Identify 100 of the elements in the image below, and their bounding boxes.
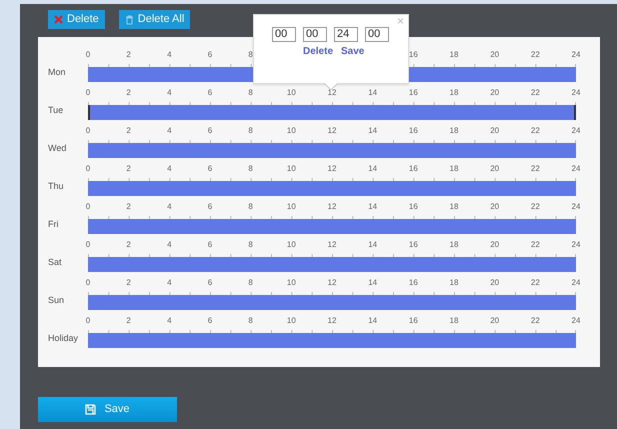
hour-tick-label: 12 xyxy=(328,279,336,287)
hour-tick-label: 22 xyxy=(530,127,540,135)
time-input[interactable]: 00 xyxy=(365,27,389,42)
hour-tick-label: 22 xyxy=(530,203,540,211)
hour-tick-label: 20 xyxy=(490,279,500,287)
schedule-bar[interactable] xyxy=(88,143,576,158)
hour-tick-label: 10 xyxy=(286,279,296,287)
hour-tick-label: 18 xyxy=(450,127,458,135)
hour-tick-label: 2 xyxy=(126,279,131,287)
hour-tick-label: 20 xyxy=(490,203,500,211)
day-label: Mon xyxy=(47,66,67,78)
hour-tick-label: 4 xyxy=(167,89,172,97)
hour-tick-label: 10 xyxy=(286,241,296,249)
delete-button[interactable]: Delete xyxy=(48,10,105,29)
hour-tick-label: 16 xyxy=(408,317,418,325)
hour-tick-label: 6 xyxy=(208,165,212,173)
hour-tick-label: 4 xyxy=(167,317,172,325)
hour-tick-label: 22 xyxy=(530,89,540,97)
hour-tick-label: 6 xyxy=(208,89,212,97)
hour-tick-label: 18 xyxy=(450,165,458,173)
hour-tick-label: 2 xyxy=(126,165,131,173)
hour-tick-label: 0 xyxy=(86,317,90,325)
close-icon xyxy=(54,15,63,24)
hour-tick-label: 20 xyxy=(490,165,500,173)
hour-tick-label: 2 xyxy=(126,317,131,325)
hour-tick-label: 4 xyxy=(167,51,172,59)
hour-tick-label: 10 xyxy=(286,127,296,135)
hour-tick-label: 16 xyxy=(408,241,418,249)
hour-tick-label: 24 xyxy=(572,279,580,287)
hour-tick-label: 8 xyxy=(248,317,253,325)
hour-tick-label: 0 xyxy=(86,203,90,211)
hour-tick-label: 4 xyxy=(167,279,172,287)
time-input[interactable]: 24 xyxy=(334,27,358,42)
hour-tick-label: 24 xyxy=(572,127,580,135)
hour-tick-label: 0 xyxy=(86,165,90,173)
hour-tick-label: 12 xyxy=(328,203,336,211)
hour-tick-label: 0 xyxy=(86,127,90,135)
day-label: Sat xyxy=(47,256,63,268)
schedule-bar[interactable] xyxy=(88,295,576,310)
hour-tick-label: 14 xyxy=(368,127,378,135)
hour-tick-label: 8 xyxy=(248,127,253,135)
hour-tick-label: 24 xyxy=(572,89,580,97)
hour-tick-label: 4 xyxy=(167,203,172,211)
hour-tick-label: 0 xyxy=(86,241,90,249)
hour-tick-label: 2 xyxy=(126,241,131,249)
day-label: Tue xyxy=(47,104,64,116)
hour-tick-label: 10 xyxy=(286,203,296,211)
hour-tick-label: 12 xyxy=(328,241,336,249)
hour-tick-label: 14 xyxy=(368,317,378,325)
hour-tick-label: 24 xyxy=(572,317,580,325)
hour-tick-label: 8 xyxy=(248,203,253,211)
hour-tick-label: 14 xyxy=(368,241,378,249)
save-icon xyxy=(85,404,96,415)
schedule-bar[interactable] xyxy=(88,333,576,348)
hour-tick-label: 0 xyxy=(86,279,90,287)
hour-tick-label: 4 xyxy=(167,127,172,135)
hour-tick-label: 8 xyxy=(248,279,253,287)
hour-tick-label: 8 xyxy=(248,89,253,97)
hour-tick-label: 24 xyxy=(572,51,580,59)
time-input[interactable]: 00 xyxy=(272,27,296,42)
hour-tick-label: 2 xyxy=(126,127,131,135)
hour-tick-label: 18 xyxy=(450,203,458,211)
hour-tick-label: 14 xyxy=(368,165,378,173)
save-button[interactable]: Save xyxy=(38,397,177,422)
hour-tick-label: 2 xyxy=(126,51,131,59)
hour-tick-label: 18 xyxy=(450,89,458,97)
day-label: Thu xyxy=(47,180,65,192)
delete-link[interactable]: Delete xyxy=(303,44,334,59)
hour-tick-label: 22 xyxy=(530,51,540,59)
hour-tick-label: 10 xyxy=(286,165,296,173)
day-label: Sun xyxy=(47,294,66,306)
hour-tick-label: 12 xyxy=(328,127,336,135)
hour-tick-label: 16 xyxy=(408,127,418,135)
schedule-bar[interactable] xyxy=(88,219,576,234)
hour-tick-label: 22 xyxy=(530,317,540,325)
hour-tick-label: 18 xyxy=(450,241,458,249)
day-label: Holiday xyxy=(47,332,80,345)
hour-tick-label: 16 xyxy=(408,51,418,59)
hour-tick-label: 6 xyxy=(208,279,212,287)
schedule-bar[interactable] xyxy=(88,105,576,120)
delete-all-button[interactable]: Delete All xyxy=(118,10,190,29)
hour-tick-label: 16 xyxy=(408,203,418,211)
hour-tick-label: 16 xyxy=(408,89,418,97)
hour-tick-label: 22 xyxy=(530,241,540,249)
day-label: Wed xyxy=(47,142,68,154)
hour-tick-label: 12 xyxy=(328,317,336,325)
time-input[interactable]: 00 xyxy=(303,27,327,42)
hour-tick-label: 20 xyxy=(490,317,500,325)
schedule-bar[interactable] xyxy=(88,181,576,196)
hour-tick-label: 0 xyxy=(86,51,90,59)
hour-tick-label: 20 xyxy=(490,241,500,249)
hour-tick-label: 6 xyxy=(208,317,212,325)
save-link[interactable]: Save xyxy=(341,44,364,59)
hour-tick-label: 8 xyxy=(248,165,253,173)
hour-tick-label: 24 xyxy=(572,165,580,173)
schedule-bar[interactable] xyxy=(88,257,576,272)
hour-tick-label: 2 xyxy=(126,203,131,211)
hour-tick-label: 22 xyxy=(530,165,540,173)
trash-icon xyxy=(124,14,134,24)
hour-tick-label: 6 xyxy=(208,127,212,135)
